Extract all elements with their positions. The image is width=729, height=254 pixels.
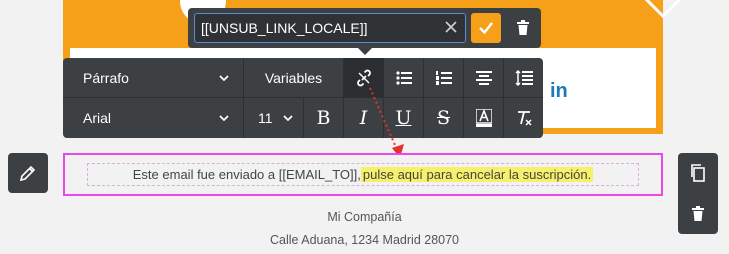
clear-icon[interactable] [443, 19, 459, 35]
strikethrough-icon: S [436, 107, 451, 129]
sent-to-text: Este email fue enviado a [[EMAIL_TO]], [132, 167, 361, 182]
chevron-down-icon [219, 75, 229, 82]
unsubscribe-link[interactable]: pulse aquí para cancelar la suscripción. [360, 167, 594, 182]
variables-label: Variables [264, 69, 323, 86]
link-popover [188, 8, 541, 55]
bold-icon: B [316, 107, 331, 129]
line-height-button[interactable] [504, 58, 543, 98]
trash-icon [517, 20, 529, 35]
paragraph-style-label: Párrafo [83, 69, 129, 86]
text-color-button[interactable] [464, 98, 504, 138]
align-center-icon [475, 70, 492, 85]
chevron-down-icon [283, 115, 293, 122]
text-format-toolbar: Párrafo Variables Arial 11 B I U S [63, 58, 543, 138]
chevron-down-icon [219, 115, 229, 122]
clear-format-icon [517, 111, 532, 126]
link-url-input[interactable] [201, 14, 439, 42]
bold-button[interactable]: B [304, 98, 344, 138]
numbered-list-button[interactable] [424, 58, 464, 98]
selected-text-block[interactable]: Este email fue enviado a [[EMAIL_TO]], p… [63, 153, 663, 196]
company-name: Mi Compañía [327, 210, 402, 224]
copy-icon [691, 164, 705, 182]
check-icon [479, 22, 493, 35]
font-size-label: 11 [258, 110, 273, 126]
align-center-button[interactable] [464, 58, 504, 98]
linkedin-icon[interactable]: in [550, 80, 572, 102]
strikethrough-button[interactable]: S [424, 98, 464, 138]
confirm-link-button[interactable] [471, 13, 501, 43]
edit-block-button[interactable] [8, 153, 48, 193]
font-family-select[interactable]: Arial [63, 98, 244, 138]
font-size-select[interactable]: 11 [244, 98, 304, 138]
line-height-icon [514, 69, 533, 86]
link-input-wrapper [194, 13, 466, 43]
paragraph-style-select[interactable]: Párrafo [63, 58, 244, 98]
remove-link-button[interactable] [508, 13, 538, 43]
header-diamond-icon [641, 0, 685, 19]
clear-format-button[interactable] [504, 98, 543, 138]
company-address: Calle Aduana, 1234 Madrid 28070 [269, 233, 460, 247]
variables-button[interactable]: Variables [244, 58, 344, 98]
font-family-label: Arial [83, 110, 112, 126]
footer-text-container[interactable]: Este email fue enviado a [[EMAIL_TO]], p… [87, 163, 639, 186]
dotted-arrow-annotation [369, 87, 404, 158]
duplicate-block-button[interactable] [678, 153, 718, 193]
pencil-icon [19, 165, 36, 182]
numbered-list-icon [435, 70, 452, 85]
text-color-icon [475, 109, 492, 127]
